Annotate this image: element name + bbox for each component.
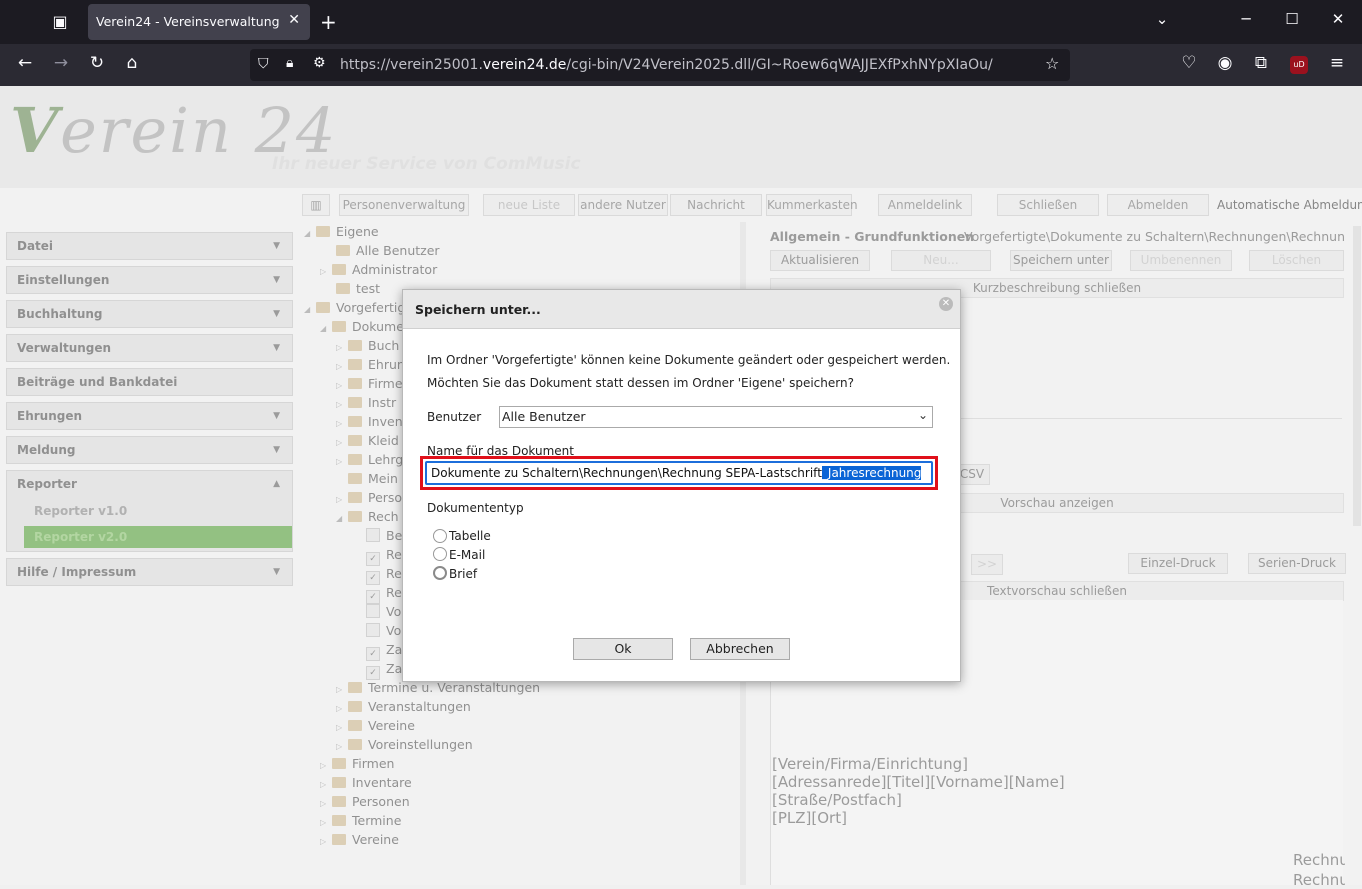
- dialog-titlebar: Speichern unter... ✕: [403, 290, 960, 329]
- dialog-message-2: Möchten Sie das Dokument statt dessen im…: [427, 376, 854, 390]
- radio-tabelle[interactable]: [433, 529, 447, 543]
- tab-list-chevron-icon[interactable]: ⌄: [1152, 10, 1172, 28]
- close-icon[interactable]: ✕: [939, 297, 953, 311]
- benutzer-label: Benutzer: [427, 410, 482, 424]
- radio-label-brief[interactable]: Brief: [449, 567, 477, 581]
- tab-overview-icon[interactable]: ▣: [50, 12, 70, 32]
- browser-titlebar: ▣ Verein24 - Vereinsverwaltung ✕ + ⌄ ─ ☐…: [0, 0, 1362, 44]
- minimize-icon[interactable]: ─: [1236, 10, 1256, 28]
- url-bar[interactable]: ⛉ 🔒︎ ⚙ https://verein25001.verein24.de/c…: [250, 49, 1070, 81]
- lock-icon[interactable]: 🔒︎: [286, 55, 293, 71]
- url-text: https://verein25001.verein24.de/cgi-bin/…: [340, 57, 993, 73]
- home-icon[interactable]: ⌂: [120, 53, 144, 73]
- browser-navbar: ← → ↻ ⌂ ⛉ 🔒︎ ⚙ https://verein25001.verei…: [0, 44, 1362, 86]
- dialog-message-1: Im Ordner 'Vorgefertigte' können keine D…: [427, 353, 951, 367]
- ok-button[interactable]: Ok: [573, 638, 673, 660]
- back-icon[interactable]: ←: [13, 53, 37, 73]
- tab-title: Verein24 - Vereinsverwaltung: [96, 14, 280, 29]
- radio-label-email[interactable]: E-Mail: [449, 548, 485, 562]
- reload-icon[interactable]: ↻: [85, 53, 109, 73]
- cancel-button[interactable]: Abbrechen: [690, 638, 790, 660]
- maximize-icon[interactable]: ☐: [1282, 10, 1302, 28]
- benutzer-value: Alle Benutzer: [502, 409, 586, 424]
- close-tab-icon[interactable]: ✕: [288, 12, 300, 28]
- document-name-value: Dokumente zu Schaltern\Rechnungen\Rechnu…: [431, 466, 922, 480]
- bookmark-star-icon[interactable]: ☆: [1045, 54, 1059, 73]
- speichern-unter-dialog: Speichern unter... ✕ Im Ordner 'Vorgefer…: [402, 289, 961, 682]
- extensions-icon[interactable]: ⧉: [1249, 53, 1273, 73]
- radio-brief[interactable]: [433, 566, 447, 580]
- dialog-title: Speichern unter...: [415, 302, 541, 317]
- shield-icon[interactable]: ⛉: [258, 56, 269, 72]
- selected-text: _Jahresrechnung: [821, 466, 922, 480]
- chevron-down-icon: ⌄: [917, 408, 928, 422]
- radio-email[interactable]: [433, 547, 447, 561]
- permissions-icon[interactable]: ⚙: [313, 55, 326, 71]
- document-name-input[interactable]: Dokumente zu Schaltern\Rechnungen\Rechnu…: [425, 461, 933, 485]
- forward-icon[interactable]: →: [49, 53, 73, 73]
- doctype-label: Dokumententyp: [427, 501, 524, 515]
- menu-icon[interactable]: ≡: [1325, 53, 1349, 73]
- pocket-icon[interactable]: ♡: [1177, 53, 1201, 73]
- account-icon[interactable]: ◉: [1213, 53, 1237, 73]
- benutzer-select[interactable]: Alle Benutzer ⌄: [499, 406, 933, 428]
- browser-tab[interactable]: Verein24 - Vereinsverwaltung ✕: [88, 4, 310, 40]
- new-tab-icon[interactable]: +: [320, 10, 337, 34]
- radio-label-tabelle[interactable]: Tabelle: [449, 529, 491, 543]
- window-close-icon[interactable]: ✕: [1328, 10, 1348, 28]
- ublock-icon[interactable]: uD: [1290, 56, 1308, 74]
